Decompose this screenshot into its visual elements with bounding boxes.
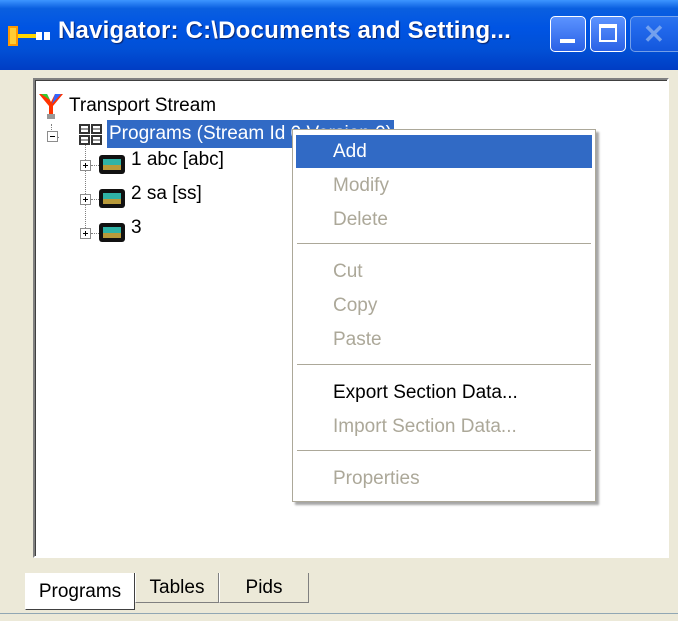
tree-node-label: 1 abc [abc] [131,149,224,170]
close-icon: ✕ [643,19,665,49]
window-title: Navigator: C:\Documents and Setting... [58,17,511,44]
menu-separator [297,364,591,365]
menu-item-paste[interactable]: Paste [296,323,592,356]
menu-item-modify[interactable]: Modify [296,169,592,202]
title-bar[interactable]: Navigator: C:\Documents and Setting... ✕ [0,0,678,70]
tv-icon [99,155,125,174]
menu-item-properties[interactable]: Properties [296,462,592,495]
tree-connector [85,144,86,234]
window-bottom-border [0,613,678,614]
navigator-app-icon [8,26,50,46]
close-button[interactable]: ✕ [630,16,678,52]
programs-grid-icon [79,124,102,145]
tv-icon [99,189,125,208]
expand-toggle-icon[interactable] [80,160,91,171]
minimize-button[interactable] [550,16,586,52]
tree-node-label: 3 [131,217,142,238]
maximize-icon [599,24,617,42]
tree-node-label: 2 sa [ss] [131,183,202,204]
menu-item-export-section-data[interactable]: Export Section Data... [296,376,592,409]
menu-separator [297,243,591,244]
menu-item-import-section-data[interactable]: Import Section Data... [296,410,592,443]
menu-item-cut[interactable]: Cut [296,255,592,288]
context-menu[interactable]: Add Modify Delete Cut Copy Paste Export … [292,129,596,502]
tree-node-label: Transport Stream [69,95,217,116]
menu-item-delete[interactable]: Delete [296,203,592,236]
tree-connector [91,199,99,200]
transport-stream-icon [39,94,63,119]
expand-toggle-icon[interactable] [80,194,91,205]
tab-pids[interactable]: Pids [219,573,309,603]
minimize-icon [560,39,575,43]
tv-icon [99,223,125,242]
tab-programs[interactable]: Programs [25,573,135,610]
menu-separator [297,450,591,451]
tree-connector [91,233,99,234]
expand-toggle-icon[interactable] [80,228,91,239]
menu-item-copy[interactable]: Copy [296,289,592,322]
tree-connector [91,165,99,166]
maximize-button[interactable] [590,16,626,52]
menu-item-add[interactable]: Add [296,135,592,168]
tab-tables[interactable]: Tables [135,573,219,603]
collapse-toggle-icon[interactable] [47,131,58,142]
